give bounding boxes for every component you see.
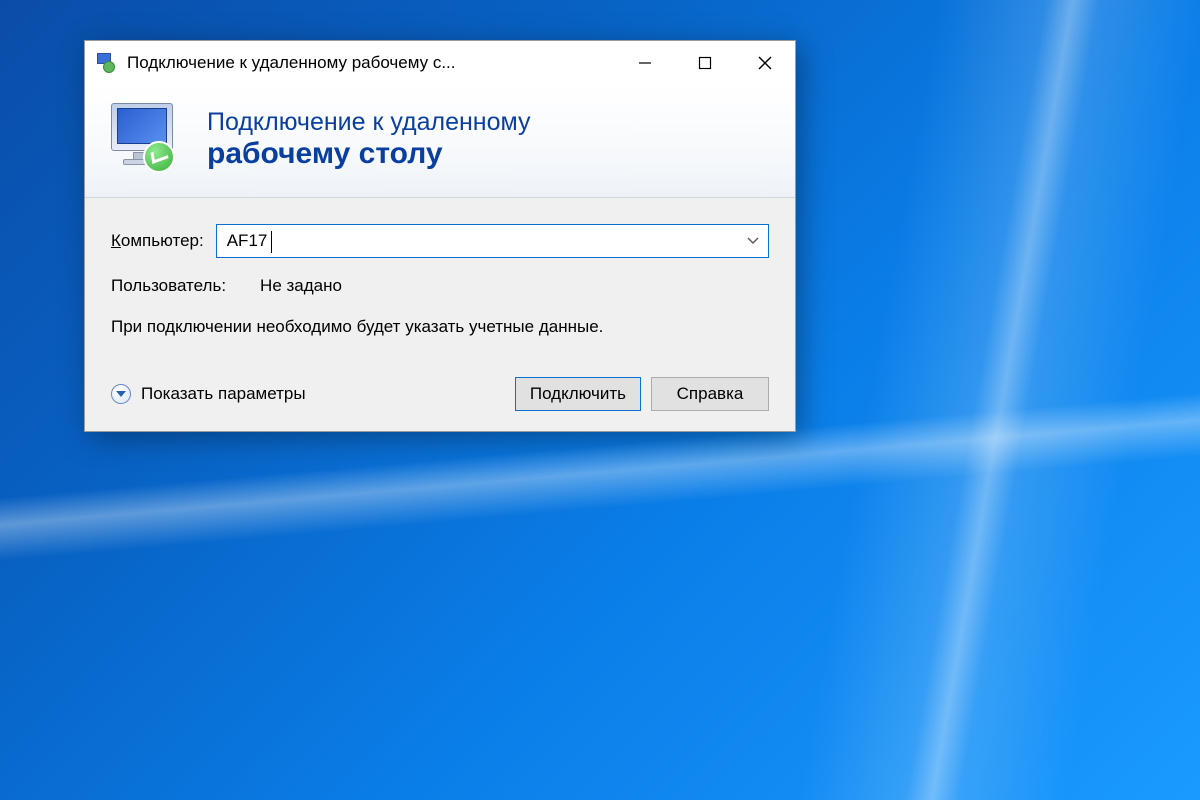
banner-line-2: рабочему столу bbox=[207, 137, 531, 171]
credentials-info: При подключении необходимо будет указать… bbox=[111, 316, 769, 339]
maximize-button[interactable] bbox=[675, 41, 735, 85]
computer-input[interactable] bbox=[217, 231, 738, 251]
banner-line-1: Подключение к удаленному bbox=[207, 108, 531, 137]
dialog-footer: Показать параметры Подключить Справка bbox=[111, 371, 769, 411]
expand-down-icon bbox=[111, 384, 131, 404]
rdp-icon bbox=[105, 99, 185, 179]
computer-combobox[interactable] bbox=[216, 224, 769, 258]
minimize-button[interactable] bbox=[615, 41, 675, 85]
user-label: Пользователь: bbox=[111, 276, 226, 296]
app-icon bbox=[95, 53, 117, 73]
banner-text: Подключение к удаленному рабочему столу bbox=[207, 108, 531, 171]
dialog-body: Компьютер: Пользователь: Не задано При п… bbox=[85, 198, 795, 431]
computer-row: Компьютер: bbox=[111, 224, 769, 258]
window-controls bbox=[615, 41, 795, 85]
title-bar[interactable]: Подключение к удаленному рабочему с... bbox=[85, 41, 795, 85]
window-title: Подключение к удаленному рабочему с... bbox=[127, 53, 615, 73]
text-cursor bbox=[271, 231, 272, 253]
help-button[interactable]: Справка bbox=[651, 377, 769, 411]
user-value: Не задано bbox=[260, 276, 342, 296]
show-options-link[interactable]: Показать параметры bbox=[111, 384, 306, 404]
connect-button[interactable]: Подключить bbox=[515, 377, 641, 411]
chevron-down-icon[interactable] bbox=[738, 225, 768, 257]
user-row: Пользователь: Не задано bbox=[111, 276, 769, 296]
banner: Подключение к удаленному рабочему столу bbox=[85, 85, 795, 198]
rdp-dialog: Подключение к удаленному рабочему с... П… bbox=[84, 40, 796, 432]
close-button[interactable] bbox=[735, 41, 795, 85]
computer-label: Компьютер: bbox=[111, 231, 204, 251]
